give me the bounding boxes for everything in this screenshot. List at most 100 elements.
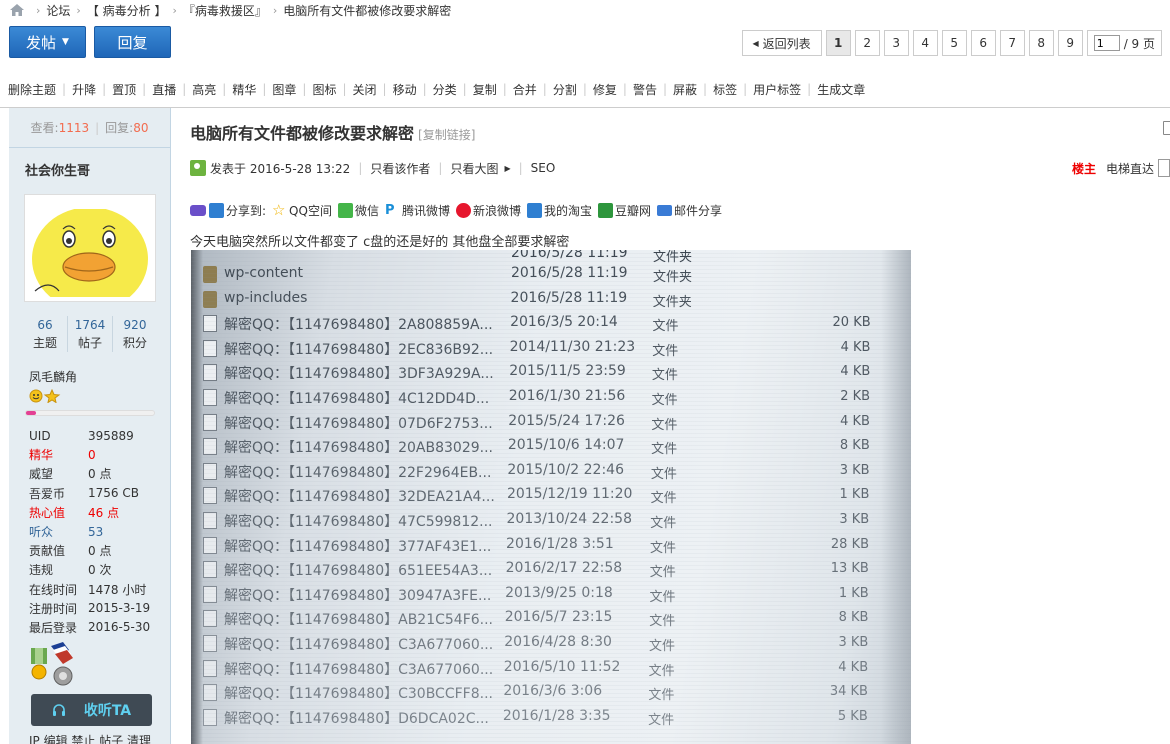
user-group-icons: [29, 389, 61, 403]
profile-row: 听众 53: [29, 522, 150, 541]
author-points-value: 920: [123, 318, 147, 332]
author-posts-value: 1764: [74, 318, 106, 332]
user-group[interactable]: 凤毛麟角: [29, 368, 77, 385]
new-post-button[interactable]: 发帖 ▼: [9, 26, 86, 58]
profile-row: 威望 0 点: [29, 464, 150, 483]
only-images-link[interactable]: 只看大图: [450, 160, 498, 177]
mod-warn[interactable]: 警告: [627, 81, 663, 98]
profile-row: 注册时间 2015-3-19: [29, 599, 150, 618]
profile-value: 2015-3-19: [88, 601, 151, 616]
share-tencent-weibo-label: 腾讯微博: [401, 203, 450, 218]
sina-weibo-icon: [455, 202, 471, 218]
breadcrumb-virus-rescue[interactable]: 『病毒救援区』: [183, 2, 267, 19]
page-link-5[interactable]: 5: [941, 30, 967, 56]
mod-stamp[interactable]: 图章: [266, 81, 302, 98]
share-sina-weibo[interactable]: 新浪微博: [455, 202, 521, 219]
seo-link[interactable]: SEO: [531, 161, 556, 175]
profile-key: 在线时间: [29, 582, 78, 597]
admin-links[interactable]: IP 编辑 禁止 帖子 清理: [29, 732, 151, 744]
back-arrow-icon: ◀: [752, 38, 759, 48]
page-link-4[interactable]: 4: [912, 30, 938, 56]
breadcrumb-forum[interactable]: 论坛: [46, 2, 70, 19]
follow-label: 收听TA: [83, 703, 132, 719]
page-link-6[interactable]: 6: [970, 30, 996, 56]
mod-copy[interactable]: 复制: [467, 81, 503, 98]
medals[interactable]: [29, 642, 89, 688]
share-email[interactable]: 邮件分享: [657, 202, 722, 219]
elevator-label: 电梯直达: [1106, 161, 1155, 176]
author-posts[interactable]: 1764 帖子: [68, 316, 113, 352]
profile-value: 0 点: [88, 544, 112, 559]
post-image[interactable]: 2016/5/28 11:19文件夹wp-content2016/5/28 11…: [191, 250, 911, 744]
new-post-label: 发帖: [26, 33, 57, 52]
breadcrumb-current-thread[interactable]: 电脑所有文件都被修改要求解密: [283, 2, 451, 19]
back-to-list-button[interactable]: ◀ 返回列表: [741, 30, 822, 56]
profile-key: 精华: [29, 448, 54, 463]
page-link-3[interactable]: 3: [883, 30, 909, 56]
caret-right-icon: ▶: [504, 163, 511, 173]
mod-digest[interactable]: 精华: [226, 81, 262, 98]
share-badge-icon: [190, 204, 206, 216]
page-link-8[interactable]: 8: [1028, 30, 1054, 56]
page-jump-input[interactable]: [1093, 35, 1120, 51]
mod-repair[interactable]: 修复: [587, 81, 623, 98]
mod-close[interactable]: 关闭: [347, 81, 383, 98]
breadcrumb-virus-analysis[interactable]: 【 病毒分析 】: [87, 2, 167, 19]
only-author-link[interactable]: 只看该作者: [370, 160, 430, 177]
author-profile: UID 395889 精华 0 威望 0 点 吾爱币 1756 CB 热心值 46 点 听…: [29, 426, 150, 637]
page-link-9[interactable]: 9: [1057, 30, 1083, 56]
mod-user-tags[interactable]: 用户标签: [747, 81, 807, 98]
author-name[interactable]: 社会你生哥: [9, 148, 170, 188]
profile-value[interactable]: 53: [88, 525, 103, 539]
profile-key: 吾爱币: [29, 486, 66, 501]
mod-bump[interactable]: 升降: [66, 81, 102, 98]
share-taobao[interactable]: 我的淘宝: [527, 202, 592, 219]
elevator-input[interactable]: [1158, 159, 1170, 177]
mod-category[interactable]: 分类: [427, 81, 463, 98]
author-points[interactable]: 920 积分: [113, 316, 157, 352]
follow-button[interactable]: 收听TA: [31, 694, 152, 726]
profile-value: 0: [88, 447, 96, 462]
share-qzone[interactable]: ☆ QQ空间: [272, 202, 332, 219]
breadcrumb: › 论坛 › 【 病毒分析 】 › 『病毒救援区』 › 电脑所有文件都被修改要求…: [0, 0, 1170, 20]
profile-value: 395889: [88, 428, 134, 443]
mod-move[interactable]: 移动: [387, 81, 423, 98]
back-to-list-label: 返回列表: [762, 36, 811, 51]
views-label: 查看:: [30, 121, 59, 135]
share-wechat[interactable]: 微信: [337, 202, 379, 219]
mod-sticky[interactable]: 置顶: [106, 81, 142, 98]
profile-key: 违规: [29, 563, 54, 578]
author-threads-value: 66: [37, 318, 53, 332]
moderation-toolbar: 删除主题 | 升降 | 置顶 | 直播 | 高亮 | 精华 | 图章 | 图标 | 关闭 | 移动…: [8, 80, 871, 98]
page-link-2[interactable]: 2: [854, 30, 880, 56]
mod-icon[interactable]: 图标: [306, 81, 342, 98]
page-link-7[interactable]: 7: [999, 30, 1025, 56]
print-icon[interactable]: [1163, 121, 1170, 135]
reply-button[interactable]: 回复: [94, 26, 171, 58]
page-link-1[interactable]: 1: [825, 30, 851, 56]
author-threads[interactable]: 66 主题: [23, 316, 68, 352]
avatar[interactable]: [24, 194, 156, 311]
reply-label: 回复: [117, 33, 148, 52]
mod-highlight[interactable]: 高亮: [186, 81, 222, 98]
share-email-label: 邮件分享: [674, 203, 723, 218]
caret-down-icon: ▼: [62, 37, 69, 47]
mod-split[interactable]: 分割: [547, 81, 583, 98]
share-tencent-weibo[interactable]: P 腾讯微博: [385, 202, 450, 219]
profile-key: 最后登录: [29, 620, 78, 635]
mod-block[interactable]: 屏蔽: [667, 81, 703, 98]
post-meta: 发表于 2016-5-28 13:22 | 只看该作者 | 只看大图 ▶ | S…: [190, 158, 1170, 178]
copy-link[interactable]: [复制链接]: [418, 126, 475, 143]
share-douban[interactable]: 豆瓣网: [598, 202, 651, 219]
mod-generate-article[interactable]: 生成文章: [811, 81, 871, 98]
mod-merge[interactable]: 合并: [507, 81, 543, 98]
profile-value: 1478 小时: [88, 582, 147, 597]
mod-delete-thread[interactable]: 删除主题: [8, 81, 62, 98]
profile-row: 热心值 46 点: [29, 503, 150, 522]
replies-label: 回复:: [105, 121, 134, 135]
smiley-star-icon: [29, 389, 61, 403]
profile-key: 注册时间: [29, 601, 78, 616]
mod-live[interactable]: 直播: [146, 81, 182, 98]
home-icon[interactable]: [10, 4, 24, 16]
mod-tags[interactable]: 标签: [707, 81, 743, 98]
